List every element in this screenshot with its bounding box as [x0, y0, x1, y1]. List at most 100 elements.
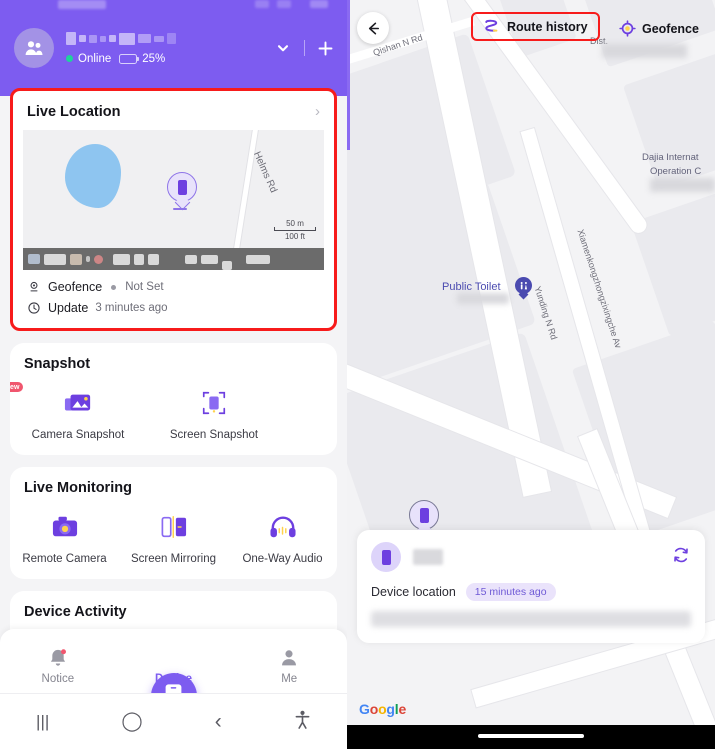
- nav-label: Me: [281, 673, 298, 685]
- status-bar-redaction: [255, 0, 269, 8]
- nav-item-notice[interactable]: Notice: [0, 643, 116, 693]
- avatar[interactable]: [14, 28, 54, 68]
- poi-label-redaction: [457, 293, 509, 304]
- update-value: 3 minutes ago: [95, 302, 168, 314]
- online-dot-icon: [66, 55, 73, 62]
- device-location-label: Device location: [371, 585, 456, 599]
- pane-edge-accent: [347, 0, 350, 150]
- geofence-button[interactable]: Geofence: [619, 20, 699, 37]
- map-pane[interactable]: Qishan N Rd Dist. Dajia Internat Operati…: [347, 0, 715, 749]
- phone-glyph-icon: [419, 507, 429, 523]
- phone-glyph-icon: [177, 179, 187, 195]
- pin-shadow: [173, 208, 187, 210]
- poi-label[interactable]: Public Toilet: [442, 281, 501, 293]
- tile-label: Remote Camera: [22, 553, 107, 565]
- status-line: Online 25%: [66, 53, 270, 65]
- home-button[interactable]: ◯: [121, 710, 142, 733]
- remote-camera-icon: [10, 506, 119, 548]
- device-location-sheet[interactable]: Device location 15 minutes ago: [357, 530, 705, 643]
- nav-label: Notice: [41, 673, 75, 685]
- back-arrow-icon: [368, 22, 379, 34]
- gesture-bar-area: [347, 725, 715, 749]
- device-name-redacted: [413, 549, 443, 565]
- battery-status: 25%: [119, 53, 165, 65]
- status-bar-redaction: [58, 0, 106, 9]
- geofence-target-icon: [619, 20, 636, 37]
- tile-camera-snapshot[interactable]: New Camera Snapshot: [10, 382, 146, 441]
- map-road-label: Helms Rd: [250, 150, 279, 195]
- sheet-header: [371, 542, 691, 572]
- camera-snapshot-icon: New: [10, 382, 146, 424]
- sheet-location-row: Device location 15 minutes ago: [371, 583, 691, 601]
- header-divider: [304, 40, 305, 56]
- toilet-pin-icon[interactable]: [515, 277, 532, 294]
- time-ago-badge: 15 minutes ago: [465, 583, 556, 601]
- snapshot-title: Snapshot: [24, 356, 91, 372]
- home-indicator[interactable]: [478, 734, 584, 738]
- screen-mirroring-icon: [119, 506, 228, 548]
- tile-label: Screen Snapshot: [169, 429, 259, 441]
- tile-label: Screen Mirroring: [131, 553, 216, 565]
- screenshot-root: Online 25% Live Location › Helms Rd 50 m…: [0, 0, 715, 749]
- phone-glyph-icon: [381, 549, 391, 565]
- map-scale-imperial: 100 ft: [284, 232, 305, 241]
- header-actions: [270, 35, 337, 61]
- new-badge: New: [10, 382, 24, 392]
- chevron-right-icon[interactable]: ›: [315, 103, 320, 120]
- battery-label: 25%: [142, 52, 166, 65]
- device-activity-title: Device Activity: [24, 604, 127, 620]
- map-back-button[interactable]: [357, 12, 389, 44]
- tile-screen-mirroring[interactable]: Screen Mirroring: [119, 506, 228, 565]
- map-label-road: Yunding N Rd: [532, 285, 560, 341]
- device-pin-icon[interactable]: [167, 172, 197, 202]
- tile-one-way-audio[interactable]: One-Way Audio: [228, 506, 337, 565]
- system-navigation-bar: ||| ◯ ‹: [0, 693, 347, 749]
- screen-snapshot-icon: [146, 382, 282, 424]
- device-pin-icon[interactable]: [409, 500, 439, 530]
- meta-row-update: Update 3 minutes ago: [27, 301, 320, 315]
- tile-remote-camera[interactable]: Remote Camera: [10, 506, 119, 565]
- live-location-card[interactable]: Live Location › Helms Rd 50 m 100 ft Geo…: [10, 88, 337, 331]
- online-label: Online: [78, 52, 112, 65]
- tile-screen-snapshot[interactable]: Screen Snapshot: [146, 382, 282, 441]
- add-device-button[interactable]: [313, 36, 337, 60]
- one-way-audio-icon: [228, 506, 337, 548]
- profile-row[interactable]: Online 25%: [14, 24, 337, 72]
- map-label-redaction: [602, 44, 687, 58]
- status-bar-redaction: [277, 0, 291, 8]
- live-location-map[interactable]: Helms Rd 50 m 100 ft: [23, 130, 324, 270]
- live-location-title: Live Location: [27, 103, 121, 120]
- back-button[interactable]: ‹: [215, 710, 222, 734]
- google-watermark: Google: [359, 701, 407, 717]
- status-bar-redaction: [310, 0, 328, 8]
- nav-item-me[interactable]: Me: [231, 643, 347, 693]
- device-switcher-button[interactable]: [270, 35, 296, 61]
- map-water-body: [65, 144, 121, 208]
- refresh-icon: [674, 547, 688, 562]
- geofence-label: Geofence: [48, 280, 103, 294]
- family-avatar-icon: [25, 41, 43, 55]
- recents-button[interactable]: |||: [36, 712, 49, 732]
- geofence-label: Geofence: [642, 21, 699, 36]
- route-history-label: Route history: [507, 19, 588, 34]
- live-location-meta: Geofence Not Set Update 3 minutes ago: [13, 270, 334, 328]
- online-status: Online: [66, 53, 111, 65]
- meta-row-geofence: Geofence Not Set: [27, 280, 320, 294]
- accessibility-icon[interactable]: [294, 710, 311, 734]
- bottom-navigation: Notice Device Me: [0, 629, 347, 719]
- tile-label: Camera Snapshot: [31, 429, 125, 441]
- bell-icon: [0, 643, 116, 669]
- map-scale: 50 m 100 ft: [274, 219, 316, 242]
- nav-label: Device: [154, 673, 193, 685]
- snapshot-card: Snapshot New: [10, 343, 337, 455]
- geofence-icon: [30, 281, 38, 292]
- map-scale-metric: 50 m: [286, 219, 304, 228]
- phone-avatar-icon[interactable]: [371, 542, 401, 572]
- refresh-button[interactable]: [671, 545, 691, 570]
- live-location-header[interactable]: Live Location ›: [13, 91, 334, 130]
- map-address-bar-redacted: [23, 248, 324, 270]
- live-monitoring-card: Live Monitoring Remote Camera Screen Mir…: [10, 467, 337, 579]
- route-history-button[interactable]: Route history: [471, 12, 600, 41]
- plus-icon: [318, 41, 332, 55]
- update-label: Update: [48, 301, 89, 315]
